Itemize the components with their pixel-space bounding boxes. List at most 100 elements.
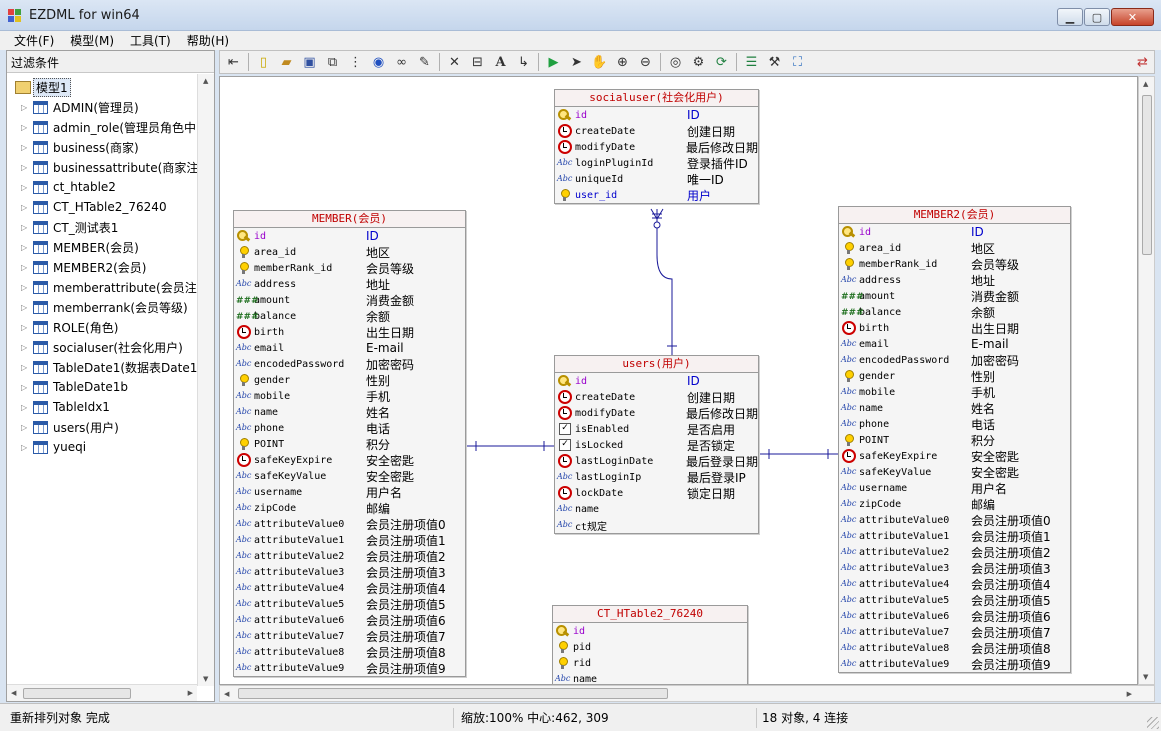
tree-item[interactable]: ▷ business(商家): [21, 137, 139, 157]
field-row[interactable]: name: [555, 501, 758, 517]
field-row[interactable]: name: [553, 671, 747, 685]
field-row[interactable]: memberRank_id 会员等级: [839, 256, 1070, 272]
expand-chevron-icon[interactable]: ▷: [21, 283, 29, 292]
switch-view-button[interactable]: ⇄: [1131, 52, 1154, 72]
field-row[interactable]: POINT 积分: [839, 432, 1070, 448]
tree-root-node[interactable]: 模型1: [15, 78, 71, 97]
field-row[interactable]: address 地址: [839, 272, 1070, 288]
tree-item[interactable]: ▷ memberrank(会员等级): [21, 297, 188, 317]
field-row[interactable]: attributeValue4 会员注册项值4: [839, 576, 1070, 592]
field-row[interactable]: lastLoginDate 最后登录日期: [555, 453, 758, 469]
field-row[interactable]: username 用户名: [839, 480, 1070, 496]
fullscreen-button[interactable]: ⛶: [786, 52, 809, 72]
field-row[interactable]: id ID: [234, 228, 465, 244]
field-row[interactable]: lockDate 锁定日期: [555, 485, 758, 501]
menu-tools[interactable]: 工具(T): [122, 32, 179, 49]
arrange-button[interactable]: ⚙: [687, 52, 710, 72]
field-row[interactable]: attributeValue9 会员注册项值9: [234, 660, 465, 676]
field-row[interactable]: email E-mail: [839, 336, 1070, 352]
field-row[interactable]: mobile 手机: [234, 388, 465, 404]
canvas-vscroll-thumb[interactable]: [1142, 95, 1152, 255]
expand-chevron-icon[interactable]: ▷: [21, 183, 29, 192]
scroll-up-icon[interactable]: ▲: [203, 77, 208, 85]
expand-chevron-icon[interactable]: ▷: [21, 263, 29, 272]
field-row[interactable]: safeKeyValue 安全密匙: [839, 464, 1070, 480]
field-row[interactable]: username 用户名: [234, 484, 465, 500]
expand-chevron-icon[interactable]: ▷: [21, 163, 29, 172]
field-row[interactable]: isLocked 是否锁定: [555, 437, 758, 453]
tree-item[interactable]: ▷ yueqi: [21, 437, 86, 457]
delete-button[interactable]: ✕: [443, 52, 466, 72]
field-row[interactable]: balance 余额: [839, 304, 1070, 320]
globe-button[interactable]: ◉: [367, 52, 390, 72]
field-row[interactable]: area_id 地区: [839, 240, 1070, 256]
tree-item[interactable]: ▷ ADMIN(管理员): [21, 97, 139, 117]
tree-item[interactable]: ▷ TableDate1b: [21, 377, 128, 397]
expand-chevron-icon[interactable]: ▷: [21, 243, 29, 252]
new-button[interactable]: ▯: [252, 52, 275, 72]
field-row[interactable]: attributeValue7 会员注册项值7: [839, 624, 1070, 640]
run-button[interactable]: ▶: [542, 52, 565, 72]
expand-chevron-icon[interactable]: ▷: [21, 223, 29, 232]
field-row[interactable]: email E-mail: [234, 340, 465, 356]
tree-item[interactable]: ▷ MEMBER(会员): [21, 237, 139, 257]
field-row[interactable]: createDate 创建日期: [555, 123, 758, 139]
edit-button[interactable]: ✎: [413, 52, 436, 72]
scroll-down-icon[interactable]: ▼: [203, 675, 208, 683]
field-row[interactable]: pid: [553, 639, 747, 655]
field-row[interactable]: attributeValue1 会员注册项值1: [839, 528, 1070, 544]
close-button[interactable]: ✕: [1111, 8, 1154, 26]
expand-chevron-icon[interactable]: ▷: [21, 303, 29, 312]
save-button[interactable]: ▣: [298, 52, 321, 72]
field-row[interactable]: balance 余额: [234, 308, 465, 324]
field-row[interactable]: uniqueId 唯一ID: [555, 171, 758, 187]
field-row[interactable]: ct规定: [555, 517, 758, 533]
field-row[interactable]: birth 出生日期: [234, 324, 465, 340]
tree-item[interactable]: ▷ ROLE(角色): [21, 317, 118, 337]
field-row[interactable]: attributeValue0 会员注册项值0: [839, 512, 1070, 528]
tree-scroll-thumb[interactable]: [23, 688, 131, 699]
scroll-left-icon[interactable]: ◀: [11, 689, 16, 697]
tree-item[interactable]: ▷ ct_htable2: [21, 177, 116, 197]
menu-model[interactable]: 模型(M): [62, 32, 122, 49]
field-row[interactable]: createDate 创建日期: [555, 389, 758, 405]
canvas-horizontal-scrollbar[interactable]: ◀ ▶: [219, 685, 1155, 702]
add-text-button[interactable]: A: [489, 52, 512, 72]
tree-item[interactable]: ▷ socialuser(社会化用户): [21, 337, 183, 357]
expand-chevron-icon[interactable]: ▷: [21, 343, 29, 352]
canvas-vertical-scrollbar[interactable]: ▲ ▼: [1138, 76, 1155, 685]
entity-member2[interactable]: MEMBER2(会员) id ID area_id 地区 memberRank_id 会员…: [838, 206, 1071, 673]
scroll-right-icon[interactable]: ▶: [188, 689, 193, 697]
zoom-out-button[interactable]: ⊖: [634, 52, 657, 72]
field-row[interactable]: attributeValue6 会员注册项值6: [839, 608, 1070, 624]
add-table-button[interactable]: ⊟: [466, 52, 489, 72]
field-row[interactable]: gender 性别: [234, 372, 465, 388]
field-row[interactable]: safeKeyExpire 安全密匙: [234, 452, 465, 468]
properties-button[interactable]: ⚒: [763, 52, 786, 72]
entity-socialuser[interactable]: socialuser(社会化用户) id ID createDate 创建日期 modi…: [554, 89, 759, 204]
layout-button[interactable]: ⋮: [344, 52, 367, 72]
filter-label[interactable]: 过滤条件: [7, 51, 214, 73]
entity-users[interactable]: users(用户) id ID createDate 创建日期 modifyDate 最后…: [554, 355, 759, 534]
field-row[interactable]: gender 性别: [839, 368, 1070, 384]
field-row[interactable]: attributeValue5 会员注册项值5: [234, 596, 465, 612]
tree-horizontal-scrollbar[interactable]: ◀ ▶: [7, 684, 197, 701]
view-button[interactable]: ◎: [664, 52, 687, 72]
field-row[interactable]: attributeValue3 会员注册项值3: [839, 560, 1070, 576]
field-row[interactable]: zipCode 邮编: [234, 500, 465, 516]
field-row[interactable]: name 姓名: [839, 400, 1070, 416]
add-link-button[interactable]: ↳: [512, 52, 535, 72]
expand-chevron-icon[interactable]: ▷: [21, 423, 29, 432]
field-row[interactable]: attributeValue1 会员注册项值1: [234, 532, 465, 548]
field-row[interactable]: attributeValue5 会员注册项值5: [839, 592, 1070, 608]
field-row[interactable]: attributeValue7 会员注册项值7: [234, 628, 465, 644]
refresh-button[interactable]: ⟳: [710, 52, 733, 72]
diagram-canvas[interactable]: socialuser(社会化用户) id ID createDate 创建日期 modi…: [219, 76, 1138, 685]
tree-item[interactable]: ▷ CT_测试表1: [21, 217, 118, 237]
minimize-button[interactable]: ▁: [1057, 8, 1083, 26]
menu-file[interactable]: 文件(F): [6, 32, 62, 49]
field-row[interactable]: modifyDate 最后修改日期: [555, 139, 758, 155]
scroll-right-icon[interactable]: ▶: [1127, 690, 1132, 698]
field-row[interactable]: id: [553, 623, 747, 639]
expand-chevron-icon[interactable]: ▷: [21, 103, 29, 112]
